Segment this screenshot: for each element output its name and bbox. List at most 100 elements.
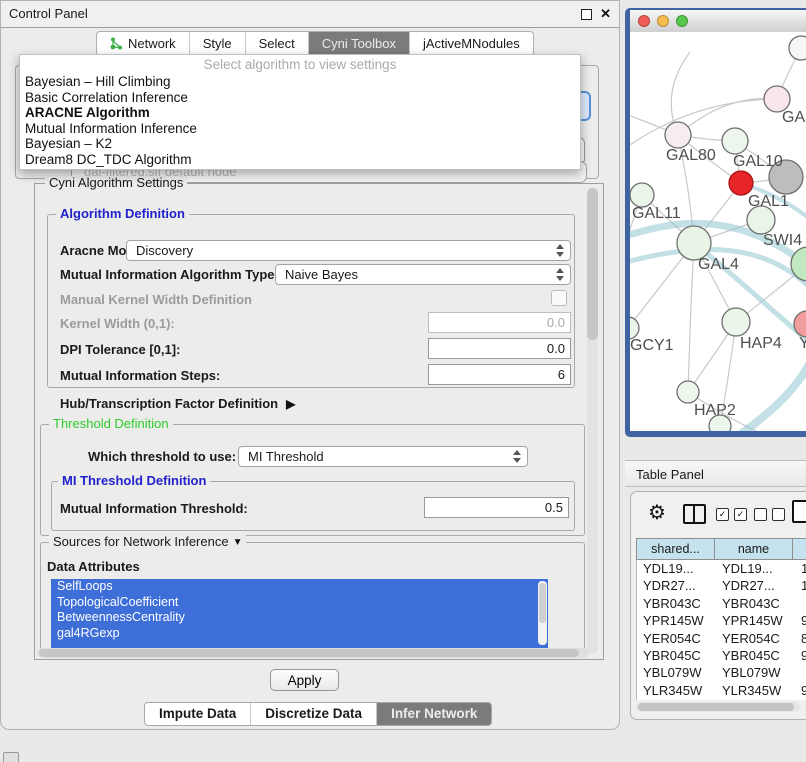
network-edge[interactable] [630, 99, 777, 152]
network-node[interactable] [677, 226, 711, 260]
hidden-panel-icon[interactable] [3, 752, 19, 762]
network-node[interactable] [665, 122, 691, 148]
column-header-name[interactable]: name [714, 538, 793, 560]
minimize-icon[interactable] [657, 15, 669, 27]
mode-tab-impute-data[interactable]: Impute Data [145, 703, 250, 725]
column-header-shared[interactable]: shared... [636, 538, 715, 560]
node-label-gal4: GAL4 [698, 256, 739, 273]
node-label-gal1: GAL1 [748, 193, 789, 210]
unchecked-box-icon [772, 508, 785, 521]
columns-icon[interactable] [683, 504, 706, 524]
table-row[interactable]: YBR045CYBR045C9. [637, 647, 806, 664]
tab-cyni-toolbox[interactable]: Cyni Toolbox [308, 32, 409, 55]
network-node[interactable] [722, 128, 748, 154]
checked-box-icon: ✓ [716, 508, 729, 521]
attribute-item-topologicalcoefficient[interactable]: TopologicalCoefficient [51, 595, 548, 611]
settings-horizontal-scrollbar[interactable] [37, 648, 589, 658]
network-window-titlebar[interactable] [630, 10, 806, 33]
table-row[interactable]: YPR145WYPR145W9. [637, 612, 806, 629]
network-node[interactable] [729, 171, 753, 195]
deselect-all-icon[interactable] [754, 508, 785, 521]
network-node[interactable] [630, 317, 639, 339]
settings-vertical-scrollbar[interactable] [587, 188, 598, 654]
dropdown-item-basic-correlation-inference[interactable]: Basic Correlation Inference [20, 90, 580, 106]
list-scrollbar[interactable] [538, 581, 547, 645]
table-cell [795, 595, 806, 612]
table-row[interactable]: YDR27...YDR27...12 [637, 577, 806, 594]
dropdown-item-mutual-information-inference[interactable]: Mutual Information Inference [20, 121, 580, 137]
mode-tab-discretize-data[interactable]: Discretize Data [250, 703, 376, 725]
table-cell: YPR145W [716, 612, 795, 629]
kernel-width-field[interactable]: 0.0 [428, 312, 571, 333]
attribute-item-gal4rgexp[interactable]: gal4RGexp [51, 626, 548, 642]
mi-threshold-field[interactable]: 0.5 [424, 497, 569, 518]
attribute-item-selfloops[interactable]: SelfLoops [51, 579, 548, 595]
mode-tab-infer-network[interactable]: Infer Network [376, 703, 491, 725]
table-cell: 8. [795, 630, 806, 647]
manual-kernel-label: Manual Kernel Width Definition [60, 292, 252, 307]
dropdown-prompt: Select algorithm to view settings [20, 55, 580, 74]
float-icon[interactable] [581, 9, 592, 20]
stepper-icon [556, 268, 564, 281]
dpi-tolerance-field[interactable]: 0.0 [428, 338, 571, 359]
tab-label: Select [259, 33, 295, 55]
manual-kernel-checkbox[interactable] [551, 290, 567, 306]
zoom-icon[interactable] [676, 15, 688, 27]
tab-label: Style [203, 33, 232, 55]
table-cell: 9. [795, 682, 806, 699]
table-row[interactable]: YBR043CYBR043C [637, 595, 806, 612]
tab-network[interactable]: Network [97, 32, 189, 55]
tab-jactivemnodules[interactable]: jActiveMNodules [409, 32, 533, 55]
network-edge-highlight[interactable] [742, 350, 806, 431]
node-label-gal11: GAL11 [632, 205, 681, 222]
tab-style[interactable]: Style [189, 32, 245, 55]
attribute-item-betweennesscentrality[interactable]: BetweennessCentrality [51, 610, 548, 626]
screen: Control Panel ✕ NetworkStyleSelectCyni T… [0, 0, 806, 762]
table-row[interactable]: YLR345WYLR345W9. [637, 682, 806, 699]
table-row[interactable]: YER054CYER054C8. [637, 630, 806, 647]
which-threshold-label: Which threshold to use: [88, 449, 236, 464]
select-all-icon[interactable]: ✓ ✓ [716, 508, 747, 521]
network-node[interactable] [722, 308, 750, 336]
network-edge[interactable] [688, 243, 694, 392]
sources-group-title[interactable]: Sources for Network Inference▼ [49, 535, 246, 550]
tab-label: Cyni Toolbox [322, 33, 396, 55]
node-label-hap2: HAP2 [694, 402, 736, 419]
hub-definition-toggle[interactable]: Hub/Transcription Factor Definition▶ [60, 396, 295, 411]
gear-icon[interactable]: ⚙ [648, 500, 666, 525]
dropdown-item-dream8-dc-tdc-algorithm[interactable]: Dream8 DC_TDC Algorithm [20, 152, 580, 168]
which-threshold-combo[interactable]: MI Threshold [238, 446, 528, 467]
table-horizontal-scrollbar[interactable] [636, 702, 800, 712]
network-node[interactable] [630, 183, 654, 207]
table-row[interactable]: YDL19...YDL19...13 [637, 560, 806, 577]
node-table: shared...name YDL19...YDL19...13YDR27...… [636, 538, 806, 700]
table-cell: 13 [795, 560, 806, 577]
mi-steps-label: Mutual Information Steps: [60, 368, 220, 383]
table-row[interactable]: YBL079WYBL079W [637, 664, 806, 681]
network-node[interactable] [677, 381, 699, 403]
tab-select[interactable]: Select [245, 32, 308, 55]
close-icon[interactable]: ✕ [600, 1, 611, 27]
table-cell: YIL052C [637, 699, 716, 700]
dropdown-item-bayesian-k2[interactable]: Bayesian – K2 [20, 136, 580, 152]
apply-button[interactable]: Apply [270, 669, 339, 691]
table-row[interactable]: YIL052CYIL052C9. [637, 699, 806, 700]
network-node[interactable] [747, 206, 775, 234]
table-cell: YIL052C [716, 699, 795, 700]
network-node[interactable] [789, 36, 806, 60]
close-icon[interactable] [638, 15, 650, 27]
node-label-gcy1: GCY1 [630, 337, 674, 354]
mi-threshold-group-title: MI Threshold Definition [58, 474, 210, 488]
network-canvas[interactable]: GALGAL80GAL10GAL1GAL11SWI4GAL4HAP4YGCY1H… [630, 32, 806, 431]
unchecked-box-icon [754, 508, 767, 521]
column-header-extra[interactable] [792, 538, 806, 560]
aracne-mode-combo[interactable]: Discovery [126, 240, 571, 261]
mi-type-combo[interactable]: Naive Bayes [275, 264, 571, 285]
table-panel-title: Table Panel [636, 467, 704, 482]
file-icon[interactable] [792, 500, 806, 523]
data-attributes-list[interactable]: SelfLoopsTopologicalCoefficientBetweenne… [51, 579, 548, 649]
table-cell: YER054C [716, 630, 795, 647]
dropdown-item-aracne-algorithm[interactable]: ARACNE Algorithm [20, 105, 580, 121]
mi-steps-field[interactable]: 6 [428, 364, 571, 385]
dropdown-item-bayesian-hill-climbing[interactable]: Bayesian – Hill Climbing [20, 74, 580, 90]
